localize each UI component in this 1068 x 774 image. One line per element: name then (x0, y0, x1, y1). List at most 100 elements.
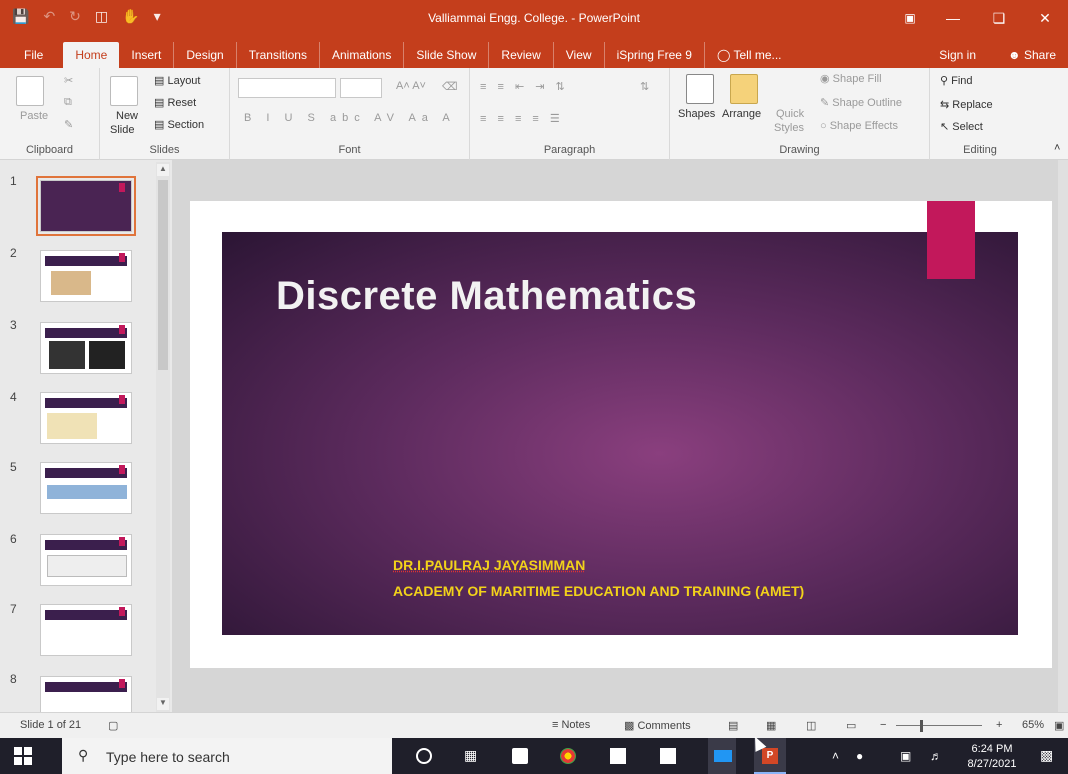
task-view-icon[interactable]: ▦ (464, 747, 480, 763)
zoom-slider[interactable] (896, 725, 982, 726)
reading-view-icon[interactable]: ◫ (806, 719, 816, 732)
file-icon[interactable] (610, 748, 626, 764)
taskbar-clock[interactable]: 6:24 PM 8/27/2021 (962, 742, 1022, 772)
quick-styles-button-2[interactable]: Styles (774, 122, 804, 134)
zoom-in-icon[interactable]: + (996, 719, 1002, 731)
new-slide-label-2[interactable]: Slide (110, 124, 134, 136)
notifications-icon[interactable]: ▩ (1040, 747, 1053, 764)
tab-file[interactable]: File (0, 42, 63, 68)
increase-font-icon[interactable]: A˄ A˅ (396, 80, 426, 92)
font-size-box[interactable] (340, 78, 382, 98)
tab-ispring[interactable]: iSpring Free 9 (603, 42, 704, 68)
maximize-button[interactable]: ❏ (976, 0, 1022, 38)
slide-thumbnail-6[interactable] (40, 534, 132, 586)
tab-insert[interactable]: Insert (119, 42, 173, 68)
slide-thumbnail-7[interactable] (40, 604, 132, 656)
sign-in-link[interactable]: Sign in (915, 42, 996, 68)
thumbnail-scrollbar[interactable]: ▲ ▼ (156, 162, 170, 714)
thumb-image (49, 341, 85, 369)
show-hidden-icons-icon[interactable]: ˄ (832, 749, 839, 763)
tab-animations[interactable]: Animations (318, 42, 403, 68)
search-icon: ⚲ (78, 747, 89, 763)
slideshow-view-icon[interactable]: ▭ (846, 719, 856, 732)
close-button[interactable]: ✕ (1022, 0, 1068, 38)
slide-thumbnail-4[interactable] (40, 392, 132, 444)
tell-me-search[interactable]: ◯ Tell me... (703, 42, 794, 68)
mail-icon[interactable] (714, 750, 732, 762)
network-icon[interactable]: ▣ (900, 749, 911, 763)
cortana-icon[interactable] (416, 748, 432, 764)
paste-label[interactable]: Paste (20, 110, 48, 122)
slide-thumbnail-1[interactable] (36, 176, 136, 236)
text-direction-icon[interactable]: ⇅ (640, 80, 649, 93)
shapes-icon[interactable] (686, 74, 714, 104)
select-button[interactable]: ↖ Select (940, 120, 983, 133)
tab-review[interactable]: Review (488, 42, 552, 68)
font-format-buttons[interactable]: B I U S abc AV Aa A (244, 112, 456, 124)
reset-button[interactable]: ▤ Reset (154, 96, 196, 109)
file-icon-2[interactable] (660, 748, 676, 764)
scroll-down-icon[interactable]: ▼ (157, 698, 169, 710)
replace-button[interactable]: ⇆ Replace (940, 98, 993, 111)
scrollbar-thumb[interactable] (158, 180, 168, 370)
shape-outline-button[interactable]: ✎ Shape Outline (820, 96, 902, 109)
tab-home[interactable]: Home (63, 42, 120, 68)
slide-thumbnail-8[interactable] (40, 676, 132, 712)
normal-view-icon[interactable]: ▤ (728, 719, 738, 732)
minimize-button[interactable]: — (930, 0, 976, 38)
find-button[interactable]: ⚲ Find (940, 74, 973, 87)
zoom-level[interactable]: 65% (1022, 719, 1044, 731)
layout-button[interactable]: ▤ Layout (154, 74, 200, 87)
ribbon-display-options-icon[interactable]: ▣ (890, 0, 930, 38)
taskbar-search[interactable]: ⚲ Type here to search (62, 738, 392, 774)
microphone-icon[interactable]: ● (856, 749, 863, 763)
slide-institute[interactable]: ACADEMY OF MARITIME EDUCATION AND TRAINI… (393, 583, 804, 599)
tab-slide-show[interactable]: Slide Show (403, 42, 488, 68)
notes-button[interactable]: ≡ Notes (552, 719, 590, 731)
collapse-ribbon-icon[interactable]: ˄ (1054, 142, 1060, 154)
zoom-out-icon[interactable]: − (880, 719, 886, 731)
slide-title[interactable]: Discrete Mathematics (276, 274, 697, 319)
ribbon-tabs: File Home Insert Design Transitions Anim… (0, 38, 1068, 68)
slide-author[interactable]: DR.I.PAULRAJ JAYASIMMAN (393, 557, 585, 573)
windows-start-icon[interactable] (14, 747, 32, 765)
thumb-band (45, 682, 127, 692)
comments-button[interactable]: ▩ Comments (624, 719, 691, 732)
fit-to-window-icon[interactable]: ▣ (1054, 719, 1064, 732)
quick-styles-button[interactable]: Quick (776, 108, 804, 120)
shape-effects-button[interactable]: ○ Shape Effects (820, 120, 898, 132)
paste-icon[interactable] (16, 76, 44, 106)
arrange-button[interactable]: Arrange (722, 108, 761, 120)
window-controls: ▣ — ❏ ✕ (890, 0, 1068, 38)
arrange-icon[interactable] (730, 74, 758, 104)
format-painter-icon[interactable]: ✎ (64, 118, 73, 131)
new-slide-icon[interactable] (110, 76, 138, 106)
slide-thumbnail-5[interactable] (40, 462, 132, 514)
canvas-scrollbar[interactable] (1058, 160, 1068, 712)
slide-thumbnail-2[interactable] (40, 250, 132, 302)
align-buttons-icon[interactable]: ≡ ≡ ≡ ≡ ☰ (480, 112, 564, 125)
scroll-up-icon[interactable]: ▲ (157, 164, 169, 176)
store-icon[interactable] (512, 748, 528, 764)
spell-check-icon[interactable]: ▢ (108, 719, 118, 732)
powerpoint-icon[interactable]: P (762, 748, 778, 764)
tab-transitions[interactable]: Transitions (235, 42, 319, 68)
list-buttons-icon[interactable]: ≡ ≡ ⇤ ⇥ ⇅ (480, 80, 569, 93)
chrome-icon[interactable] (560, 748, 576, 764)
tab-design[interactable]: Design (173, 42, 235, 68)
tab-view[interactable]: View (552, 42, 604, 68)
section-button[interactable]: ▤ Section (154, 118, 204, 131)
share-button[interactable]: ☻ Share (996, 42, 1068, 68)
slide-sorter-icon[interactable]: ▦ (766, 719, 776, 732)
zoom-slider-thumb[interactable] (920, 720, 923, 732)
cut-icon[interactable]: ✂ (64, 74, 73, 87)
clear-format-icon[interactable]: ⌫ (442, 80, 458, 93)
shapes-button[interactable]: Shapes (678, 108, 715, 120)
thumb-number: 2 (10, 246, 17, 260)
slide-thumbnail-3[interactable] (40, 322, 132, 374)
copy-icon[interactable]: ⧉ (64, 96, 72, 109)
new-slide-label[interactable]: New (116, 110, 138, 122)
font-name-box[interactable] (238, 78, 336, 98)
volume-icon[interactable]: ♬ (930, 749, 942, 763)
shape-fill-button[interactable]: ◉ Shape Fill (820, 72, 882, 85)
